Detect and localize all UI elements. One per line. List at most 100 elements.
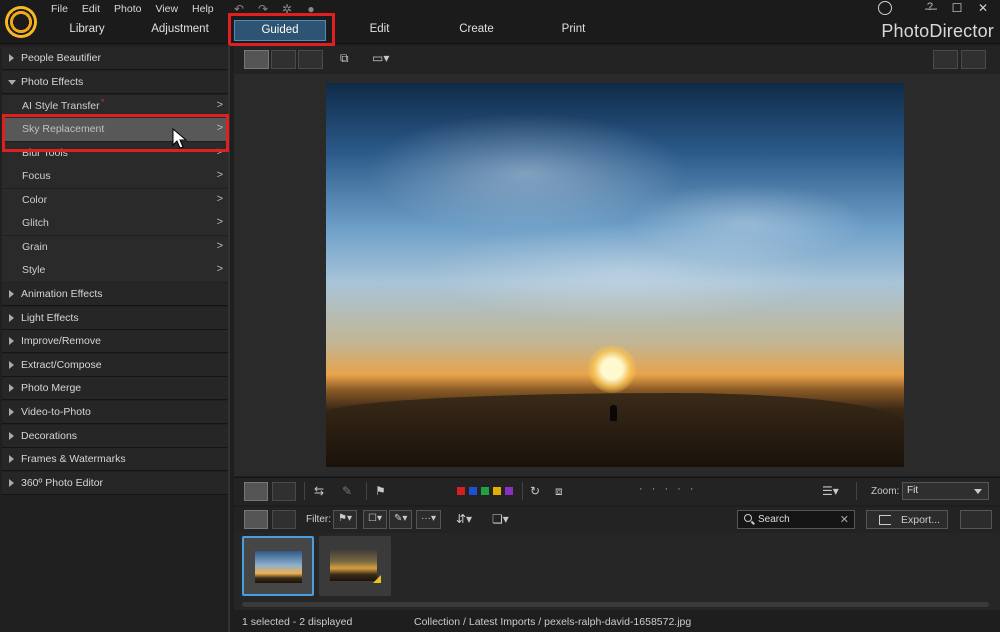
dual-photo-view-icon[interactable] <box>272 482 296 501</box>
effect-label: Grain <box>22 241 48 253</box>
rating-filter-dropdown[interactable]: ···▾ <box>416 510 442 529</box>
tab-print[interactable]: Print <box>525 20 622 41</box>
effect-style[interactable]: Style > <box>2 259 228 282</box>
export-label: Export... <box>901 514 941 526</box>
sand-dunes <box>326 393 904 467</box>
photo-preview[interactable] <box>326 83 904 467</box>
category-360-photo-editor[interactable]: 360º Photo Editor <box>2 472 228 495</box>
list-view-icon[interactable] <box>272 510 296 529</box>
category-photo-merge[interactable]: Photo Merge <box>2 377 228 400</box>
monitor-icon[interactable]: ▭▾ <box>372 51 389 65</box>
expand-arrow-icon <box>9 337 14 345</box>
thumbnail[interactable] <box>319 536 391 596</box>
menu-file[interactable]: File <box>44 2 75 16</box>
tab-adjustment[interactable]: Adjustment <box>130 20 230 35</box>
effect-grain[interactable]: Grain > <box>2 236 228 259</box>
chevron-right-icon: > <box>216 193 223 205</box>
expand-arrow-icon <box>9 408 14 416</box>
photo-viewer <box>234 74 1000 476</box>
collapse-arrow-icon <box>8 80 16 85</box>
thumbnail-image <box>255 551 302 583</box>
rating-stars[interactable]: · · · · · <box>639 483 697 495</box>
new-badge: * <box>101 97 105 107</box>
chevron-right-icon: > <box>216 216 223 228</box>
category-label: Animation Effects <box>21 288 103 300</box>
effect-color[interactable]: Color > <box>2 189 228 212</box>
expand-arrow-icon <box>9 54 14 62</box>
tab-create[interactable]: Create <box>428 20 525 41</box>
crop-info-icon[interactable]: ⧈ <box>555 484 563 499</box>
thumbnail-view-icon[interactable] <box>244 510 268 529</box>
effect-label: Style <box>22 264 46 276</box>
highlight-sky-replacement <box>2 114 229 152</box>
expand-arrow-icon <box>9 361 14 369</box>
category-extract-compose[interactable]: Extract/Compose <box>2 354 228 377</box>
collection-path: Collection / Latest Imports / pexels-ral… <box>414 616 692 628</box>
highlight-guided-tab <box>228 13 335 46</box>
minimize-button[interactable]: — <box>920 1 942 15</box>
user-account-icon[interactable] <box>878 1 892 15</box>
color-label-yellow[interactable] <box>493 487 501 495</box>
expand-arrow-icon <box>9 384 14 392</box>
menu-edit[interactable]: Edit <box>75 2 107 16</box>
effect-label: Focus <box>22 170 51 182</box>
thumbnail-selected[interactable] <box>242 536 314 596</box>
sync-adjust-icon[interactable]: ⇆ <box>314 484 324 498</box>
compare-view-icon[interactable] <box>271 50 296 69</box>
seated-person <box>610 405 617 421</box>
color-label-purple[interactable] <box>505 487 513 495</box>
flag-filter-dropdown[interactable]: ⚑▾ <box>333 510 357 529</box>
flag-icon[interactable]: ⚑ <box>375 484 386 498</box>
category-photo-effects[interactable]: Photo Effects <box>2 71 228 94</box>
color-label-green[interactable] <box>481 487 489 495</box>
rotate-display-icon[interactable]: ⧉ <box>340 51 349 66</box>
tab-edit[interactable]: Edit <box>331 20 428 41</box>
shape-filter-dropdown[interactable]: ☐▾ <box>363 510 387 529</box>
menu-help[interactable]: Help <box>185 2 221 16</box>
category-people-beautifier[interactable]: People Beautifier <box>2 47 228 70</box>
category-animation-effects[interactable]: Animation Effects <box>2 283 228 306</box>
color-label-red[interactable] <box>457 487 465 495</box>
close-button[interactable]: ✕ <box>972 1 994 15</box>
expand-arrow-icon <box>9 432 14 440</box>
chevron-down-icon <box>974 489 982 494</box>
color-label-blue[interactable] <box>469 487 477 495</box>
category-frames-watermarks[interactable]: Frames & Watermarks <box>2 448 228 471</box>
hand-icon[interactable] <box>961 50 986 69</box>
menu-photo[interactable]: Photo <box>107 2 148 16</box>
expand-arrow-icon <box>9 290 14 298</box>
sort-list-icon[interactable]: ☰▾ <box>822 484 839 498</box>
edit-filter-dropdown[interactable]: ✎▾ <box>389 510 413 529</box>
category-video-to-photo[interactable]: Video-to-Photo <box>2 401 228 424</box>
main-tabs: Library Adjustment <box>44 20 230 35</box>
stack-icon[interactable]: ❏▾ <box>492 512 509 526</box>
expand-arrow-icon <box>9 479 14 487</box>
rotate-icon[interactable]: ↻ <box>530 484 540 498</box>
effect-glitch[interactable]: Glitch > <box>2 212 228 235</box>
category-light-effects[interactable]: Light Effects <box>2 307 228 330</box>
zoom-label: Zoom: <box>871 486 900 497</box>
category-decorations[interactable]: Decorations <box>2 425 228 448</box>
single-photo-view-icon[interactable] <box>244 482 268 501</box>
open-external-button[interactable] <box>960 510 992 529</box>
magnifier-icon[interactable] <box>933 50 958 69</box>
grid-view-icon[interactable] <box>298 50 323 69</box>
zoom-select[interactable]: Fit <box>902 482 989 500</box>
maximize-button[interactable]: ☐ <box>946 1 968 15</box>
filmstrip-scrollbar[interactable] <box>242 602 989 607</box>
app-brand: PhotoDirector <box>881 21 994 41</box>
category-improve-remove[interactable]: Improve/Remove <box>2 330 228 353</box>
effect-label: Color <box>22 194 48 206</box>
sort-order-icon[interactable]: ⇵▾ <box>456 512 472 526</box>
menu-view[interactable]: View <box>148 2 185 16</box>
single-view-icon[interactable] <box>244 50 269 69</box>
chevron-right-icon: > <box>216 263 223 275</box>
export-button[interactable]: Export... <box>866 510 948 529</box>
sky-clouds <box>326 83 904 343</box>
effect-focus[interactable]: Focus > <box>2 165 228 188</box>
clear-search-icon[interactable]: ✕ <box>840 513 849 526</box>
search-input[interactable]: Search ✕ <box>737 510 855 529</box>
effect-label: Glitch <box>22 217 49 229</box>
tab-library[interactable]: Library <box>44 20 130 35</box>
expand-arrow-icon <box>9 314 14 322</box>
